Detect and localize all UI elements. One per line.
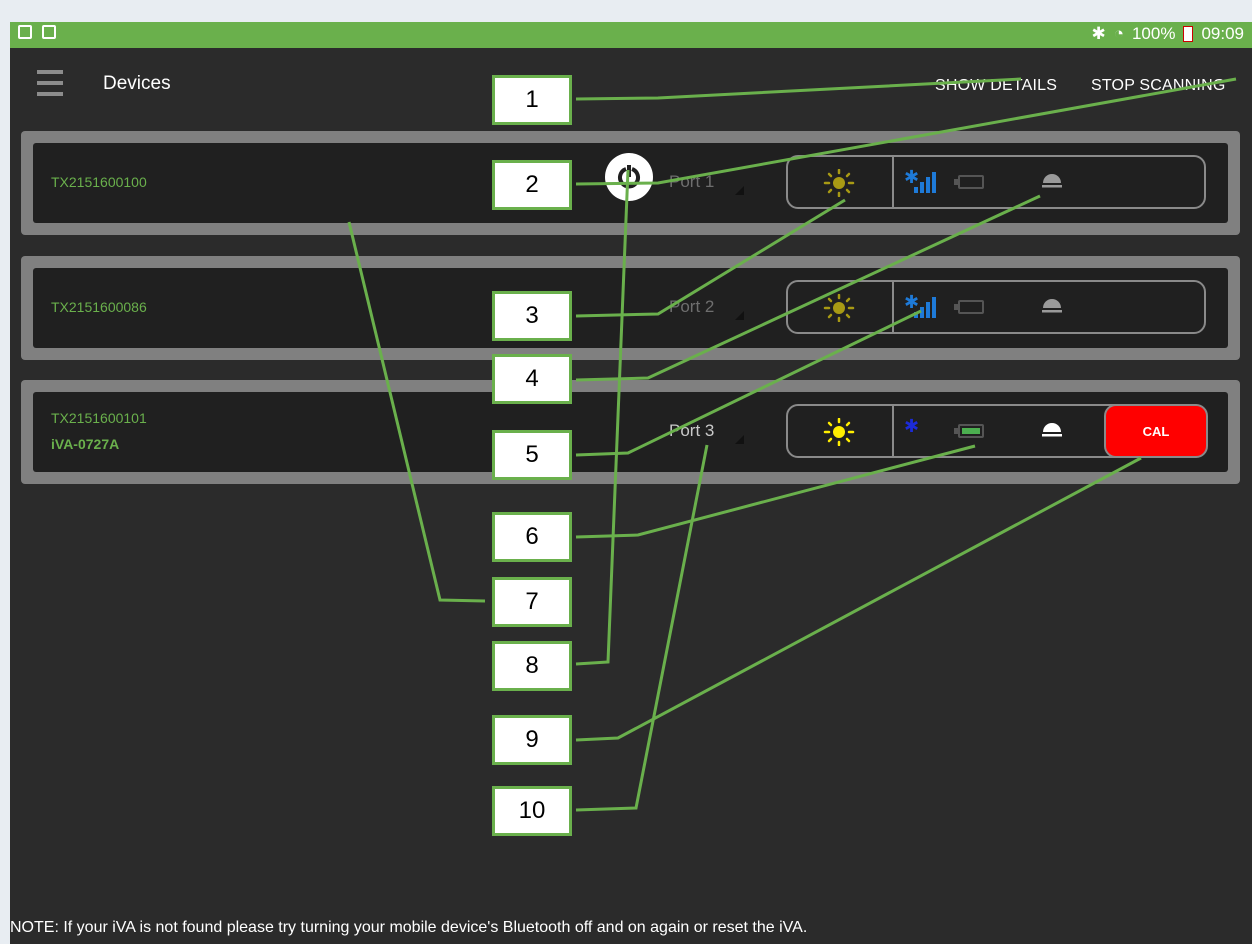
device-card-body: TX2151600086 Port 2 ✱: [33, 268, 1228, 348]
battery-icon: [958, 424, 984, 438]
callout-10: 10: [492, 786, 572, 836]
signal-bar: [914, 187, 918, 193]
light-toggle-button[interactable]: [788, 282, 894, 332]
light-toggle-button[interactable]: [788, 406, 894, 456]
dropdown-arrow-icon: [735, 311, 744, 320]
sun-icon: [823, 418, 855, 446]
power-icon: [618, 165, 640, 189]
signal-bar: [932, 297, 936, 318]
sun-icon: [823, 294, 855, 322]
stop-scanning-button[interactable]: STOP SCANNING: [1091, 77, 1225, 95]
callout-7: 7: [492, 577, 572, 627]
clipboard-icon: [42, 25, 56, 39]
device-id: TX2151600101: [51, 410, 147, 426]
port-selector[interactable]: Port 1: [669, 172, 714, 192]
signal-strength-icon: [914, 420, 938, 442]
callout-6: 6: [492, 512, 572, 562]
app-bar: [10, 48, 1252, 126]
battery-icon: [1183, 26, 1194, 42]
callout-2: 2: [492, 160, 572, 210]
signal-bar: [920, 182, 924, 193]
signal-bar: [932, 172, 936, 193]
clock: 09:09: [1201, 24, 1244, 43]
sun-icon: [823, 169, 855, 197]
show-details-button[interactable]: SHOW DETAILS: [935, 77, 1057, 95]
wifi-icon: ◔: [1113, 24, 1124, 43]
battery-icon: [958, 175, 984, 189]
dome-light-icon: [1042, 423, 1062, 437]
device-control-panel: ✱: [786, 280, 1206, 334]
callout-5: 5: [492, 430, 572, 480]
power-toggle-button[interactable]: [605, 153, 653, 201]
callout-9: 9: [492, 715, 572, 765]
device-screen: ✱ ◔ 100% 09:09 Devices SHOW DETAILS STOP…: [10, 22, 1252, 944]
device-name: iVA-0727A: [51, 436, 120, 452]
device-id: TX2151600100: [51, 174, 147, 190]
hamburger-menu-icon[interactable]: [37, 70, 63, 104]
dropdown-arrow-icon: [735, 435, 744, 444]
device-card[interactable]: TX2151600101 iVA-0727A Port 3 ✱ CAL: [21, 380, 1240, 484]
device-control-panel: ✱: [786, 155, 1206, 209]
callout-8: 8: [492, 641, 572, 691]
signal-strength-icon: [914, 296, 938, 318]
battery-percent: 100%: [1131, 24, 1176, 43]
callout-4: 4: [492, 354, 572, 404]
status-bar: ✱ ◔ 100% 09:09: [10, 22, 1252, 48]
port-selector[interactable]: Port 2: [669, 297, 714, 317]
device-card-body: TX2151600101 iVA-0727A Port 3 ✱ CAL: [33, 392, 1228, 472]
dome-light-icon: [1042, 299, 1062, 313]
bluetooth-note: NOTE: If your iVA is not found please tr…: [10, 919, 808, 936]
device-control-panel: ✱ CAL: [786, 404, 1208, 458]
light-toggle-button[interactable]: [788, 157, 894, 207]
callout-3: 3: [492, 291, 572, 341]
battery-icon: [958, 300, 984, 314]
dome-light-icon: [1042, 174, 1062, 188]
signal-bar: [920, 307, 924, 318]
bluetooth-icon: ✱: [1091, 24, 1106, 43]
cal-button[interactable]: CAL: [1104, 404, 1208, 458]
device-id: TX2151600086: [51, 299, 147, 315]
dropdown-arrow-icon: [735, 186, 744, 195]
phone-icon: [18, 25, 32, 39]
page-title: Devices: [103, 73, 171, 94]
callout-1: 1: [492, 75, 572, 125]
signal-strength-icon: [914, 171, 938, 193]
signal-bar: [926, 177, 930, 193]
signal-bar: [914, 312, 918, 318]
device-card[interactable]: TX2151600086 Port 2 ✱: [21, 256, 1240, 360]
signal-bar: [926, 302, 930, 318]
port-selector[interactable]: Port 3: [669, 421, 714, 441]
